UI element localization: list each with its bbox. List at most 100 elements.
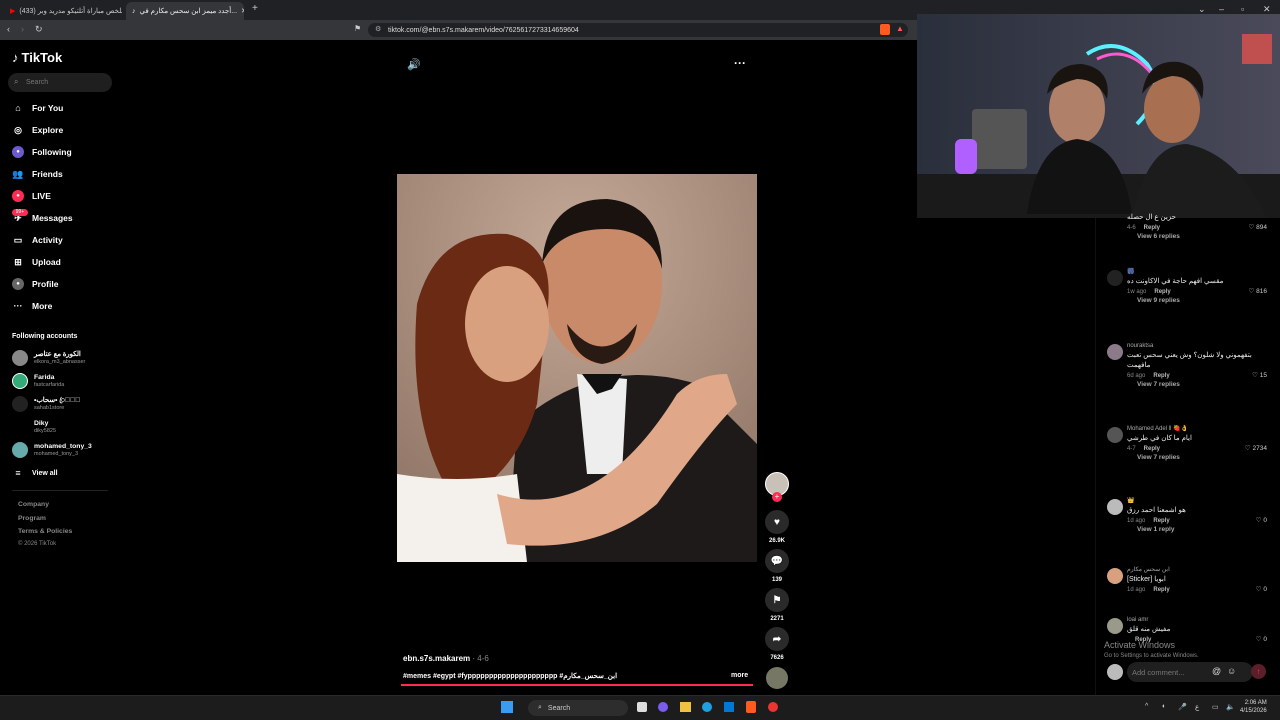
mention-icon[interactable]: @ (1212, 666, 1221, 676)
comment-user[interactable]: 🎆 (1127, 268, 1267, 277)
file-explorer-icon[interactable] (680, 702, 691, 712)
tab-tiktok[interactable]: ♪ أجدد ميمز ابن سحس مكارم في... ✕ (126, 2, 244, 20)
reply-button[interactable]: Reply (1153, 516, 1169, 526)
view-replies-button[interactable]: View 6 replies (1137, 233, 1267, 240)
task-view-icon[interactable] (637, 702, 647, 712)
nav-following[interactable]: ● Following (12, 145, 72, 159)
footer-company[interactable]: Company (18, 501, 49, 508)
caption-more-button[interactable]: more (731, 672, 748, 679)
copilot-icon[interactable] (658, 702, 668, 712)
bookmark-icon[interactable]: ⚑ (354, 24, 361, 33)
brave-shield-icon[interactable] (880, 24, 890, 35)
video-caption[interactable]: #memes #egypt #fyppppppppppppppppppppp #… (403, 672, 723, 680)
microphone-icon[interactable]: 🎤 (1178, 703, 1187, 711)
music-disc[interactable] (766, 667, 788, 689)
avatar[interactable] (1107, 270, 1123, 286)
following-account[interactable]: Farida fastcarfarida (12, 370, 64, 392)
tray-app-icon[interactable]: ◐ (1162, 703, 1166, 710)
following-account[interactable]: Diky diky5825 (12, 416, 56, 438)
comment-likes[interactable]: ♡ 894 (1249, 223, 1268, 233)
view-all-button[interactable]: ≡ View all (12, 466, 57, 480)
emoji-icon[interactable]: ☺ (1227, 666, 1236, 676)
reply-button[interactable]: Reply (1153, 585, 1169, 595)
reply-button[interactable]: Reply (1154, 287, 1170, 297)
reload-button[interactable]: ↻ (35, 24, 43, 35)
add-comment-input[interactable]: Add comment... @ ☺ (1127, 662, 1253, 682)
url-field[interactable]: ⚙ tiktok.com/@ebn.s7s.makarem/video/7625… (368, 23, 908, 37)
share-button[interactable]: ➦ 7626 (764, 627, 790, 661)
store-icon[interactable] (724, 702, 734, 712)
nav-more[interactable]: ··· More (12, 299, 53, 313)
search-input[interactable]: ⌕ Search (8, 73, 112, 92)
close-icon[interactable]: ✕ (241, 7, 244, 15)
following-account[interactable]: mohamed_tony_3 mohamed_tony_3 (12, 439, 92, 461)
tiktok-logo[interactable]: ♪ TikTok (12, 50, 62, 65)
nav-for-you[interactable]: ⌂ For You (12, 101, 63, 115)
chrome-icon[interactable] (768, 702, 778, 712)
avatar[interactable] (1107, 427, 1123, 443)
comment-likes[interactable]: ♡ 15 (1252, 371, 1267, 381)
comment-date: 1w ago (1127, 289, 1147, 295)
windows-start-icon[interactable] (501, 701, 513, 713)
post-comment-button[interactable]: ↑ (1251, 664, 1266, 679)
comment-user[interactable]: Mohamed Adel ll 🍓👌 (1127, 425, 1267, 434)
network-icon[interactable]: ▭ (1212, 703, 1219, 711)
nav-profile[interactable]: ● Profile (12, 277, 58, 291)
minimize-button[interactable]: – (1219, 4, 1224, 14)
footer-program[interactable]: Program (18, 515, 46, 522)
video-frame[interactable] (397, 174, 757, 562)
nav-live[interactable]: ● LIVE (12, 189, 51, 203)
rewards-icon[interactable]: ▲ (896, 24, 904, 33)
avatar[interactable] (1107, 499, 1123, 515)
like-button[interactable]: ♥ 26.9K (764, 510, 790, 544)
save-button[interactable]: ⚑ 2271 (764, 588, 790, 622)
footer-copyright: © 2026 TikTok (18, 541, 57, 547)
avatar[interactable] (1107, 344, 1123, 360)
list-icon: ≡ (15, 468, 21, 478)
chevron-up-icon[interactable]: ^ (1145, 703, 1148, 710)
volume-icon[interactable]: 🔊 (407, 58, 421, 71)
more-options-icon[interactable]: ··· (734, 56, 746, 70)
follow-button[interactable]: + (772, 492, 782, 502)
comment-user[interactable]: nouraktsa (1127, 342, 1267, 351)
view-replies-button[interactable]: View 7 replies (1137, 454, 1267, 461)
brave-icon[interactable] (746, 701, 756, 713)
comment-likes[interactable]: ♡ 0 (1256, 635, 1267, 645)
following-account[interactable]: الكورة مع عتاصر elkora_m3_abnasser (12, 347, 85, 369)
language-indicator[interactable]: ع (1195, 703, 1199, 711)
volume-icon[interactable]: 🔈 (1226, 703, 1235, 711)
nav-upload[interactable]: ⊞ Upload (12, 255, 61, 269)
tab-youtube[interactable]: ▶ (433) ملخص مباراة أتلتيكو مدريد وبر... (4, 2, 122, 20)
nav-friends[interactable]: 👥 Friends (12, 167, 62, 181)
maximize-button[interactable]: ▫ (1241, 4, 1244, 14)
avatar[interactable] (1107, 618, 1123, 634)
edge-icon[interactable] (702, 702, 712, 712)
nav-explore[interactable]: ◎ Explore (12, 123, 63, 137)
reply-button[interactable]: Reply (1153, 371, 1169, 381)
forward-button[interactable]: › (21, 24, 24, 34)
video-progress-bar[interactable] (401, 684, 753, 686)
avatar[interactable] (1107, 568, 1123, 584)
comment-button[interactable]: 💬 139 (764, 549, 790, 583)
back-button[interactable]: ‹ (7, 24, 10, 34)
view-replies-button[interactable]: View 7 replies (1137, 381, 1267, 388)
footer-terms[interactable]: Terms & Policies (18, 528, 72, 535)
following-account[interactable]: •سحاب• ꦿ𝓐🌨ꦿ sahab1store (12, 393, 80, 415)
comment-likes[interactable]: ♡ 0 (1256, 585, 1267, 595)
comment-user[interactable]: ابن سحس مكارم (1127, 566, 1267, 575)
reply-button[interactable]: Reply (1144, 444, 1160, 454)
comment-likes[interactable]: ♡ 816 (1249, 287, 1268, 297)
site-info-icon[interactable]: ⚙ (375, 25, 381, 33)
comment-likes[interactable]: ♡ 0 (1256, 516, 1267, 526)
clock[interactable]: 2:06 AM 4/15/2026 (1240, 699, 1267, 715)
view-replies-button[interactable]: View 9 replies (1137, 297, 1267, 304)
comment-likes[interactable]: ♡ 2734 (1245, 444, 1267, 454)
comment-user[interactable]: 👑 (1127, 497, 1267, 506)
author-name[interactable]: ebn.s7s.makarem (403, 654, 470, 663)
nav-activity[interactable]: ▭ Activity (12, 233, 63, 247)
new-tab-button[interactable]: + (252, 3, 258, 14)
view-replies-button[interactable]: View 1 reply (1137, 526, 1267, 533)
comment-user[interactable]: loai amr (1127, 616, 1267, 625)
taskbar-search[interactable]: ⌕ Search (528, 700, 628, 716)
reply-button[interactable]: Reply (1144, 223, 1160, 233)
